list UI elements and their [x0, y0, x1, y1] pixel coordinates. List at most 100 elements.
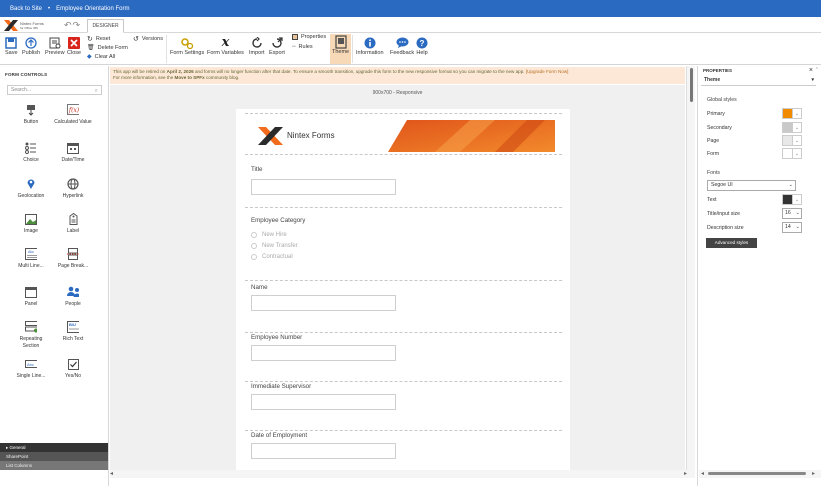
controls-search-input[interactable]: Search... ⌕	[7, 85, 102, 95]
text-color-swatch[interactable]	[782, 194, 793, 205]
field-label: Name	[251, 284, 268, 291]
text-color-dropdown[interactable]: ⌄	[793, 194, 802, 205]
date-of-employment-input[interactable]	[251, 443, 396, 459]
control-geolocation[interactable]: Geolocation	[11, 178, 51, 200]
delete-form-button[interactable]: 🗑 Delete Form	[87, 44, 128, 52]
layout-size-label[interactable]: 900x700 - Responsive	[110, 90, 685, 96]
tab-designer[interactable]: DESIGNER	[87, 19, 124, 33]
control-page-break[interactable]: Page Break...	[53, 248, 93, 270]
control-yes-no[interactable]: Yes/No	[53, 358, 93, 380]
control-label[interactable]: Label	[53, 213, 93, 235]
theme-button[interactable]: Theme	[330, 34, 352, 64]
banner-blog-link[interactable]: Move to SPFx	[175, 75, 205, 80]
supervisor-input[interactable]	[251, 394, 396, 410]
description-size-select[interactable]: 14 ⌄	[782, 222, 802, 233]
form-settings-button[interactable]: Form Settings	[170, 35, 204, 56]
scroll-left-arrow[interactable]: ◂	[110, 470, 113, 477]
save-button[interactable]: Save	[5, 35, 18, 56]
control-label: Multi Line...	[18, 263, 44, 269]
form-controls-title: FORM CONTROLS	[5, 72, 48, 77]
rules-button[interactable]: ▫▫ Rules	[292, 44, 313, 50]
design-canvas: 900x700 - Responsive Nintex Forms Title …	[110, 85, 685, 470]
close-button[interactable]: Close	[67, 35, 81, 56]
canvas-vertical-scrollbar[interactable]	[686, 66, 695, 470]
category-sharepoint[interactable]: SharePoint	[0, 452, 108, 461]
information-button[interactable]: Information	[356, 35, 384, 56]
page-break-icon	[67, 248, 79, 260]
control-panel[interactable]: Panel	[11, 286, 51, 308]
category-list-columns[interactable]: List Columns	[0, 461, 108, 470]
single-line-icon: Abc	[25, 358, 37, 370]
undo-redo-icons[interactable]: ↶↷	[64, 20, 81, 31]
scroll-thumb[interactable]	[690, 68, 693, 102]
help-button[interactable]: ? Help	[416, 35, 428, 56]
scroll-thumb[interactable]	[708, 472, 806, 475]
name-input[interactable]	[251, 295, 396, 311]
control-image[interactable]: Image	[11, 213, 51, 235]
properties-horizontal-scrollbar[interactable]: ◂ ▸	[699, 470, 821, 478]
export-button[interactable]: Export	[269, 35, 285, 56]
properties-button[interactable]: Properties	[292, 34, 326, 40]
form-header-banner[interactable]: Nintex Forms	[245, 113, 562, 155]
canvas-horizontal-scrollbar[interactable]: ◂ ▸	[110, 470, 695, 478]
back-to-site-link[interactable]: Back to Site	[10, 6, 42, 12]
category-label: List Columns	[6, 463, 33, 468]
logo-subtitle: for Office 365	[20, 25, 38, 30]
title-input-size-select[interactable]: 16 ⌄	[782, 208, 802, 219]
scroll-right-arrow[interactable]: ▸	[812, 470, 815, 477]
preview-button[interactable]: Preview	[45, 35, 65, 56]
control-rich-text[interactable]: B/U Rich Text	[53, 321, 93, 343]
secondary-color-dropdown[interactable]: ⌄	[793, 122, 802, 133]
clear-all-button[interactable]: ◆ Clear All	[87, 53, 115, 61]
breadcrumb-form-name[interactable]: Employee Orientation Form	[56, 6, 129, 12]
advanced-styles-button[interactable]: Advanced styles	[706, 238, 757, 248]
control-hyperlink[interactable]: Hyperlink	[53, 178, 93, 200]
scroll-right-arrow[interactable]: ▸	[684, 470, 687, 477]
form-color-swatch[interactable]	[782, 148, 793, 159]
secondary-color-swatch[interactable]	[782, 122, 793, 133]
field-date-of-employment: Date of Employment	[245, 431, 562, 470]
rich-text-icon: B/U	[67, 321, 79, 333]
form-variables-button[interactable]: x Form Variables	[207, 35, 244, 56]
primary-color-dropdown[interactable]: ⌄	[793, 108, 802, 119]
variable-x-icon: x	[221, 35, 230, 50]
control-label: Button	[23, 119, 39, 125]
versions-button[interactable]: ↺ Versions	[133, 35, 163, 43]
help-icon: ?	[416, 37, 428, 48]
radio-new-hire[interactable]: New Hire	[251, 232, 287, 238]
publish-button[interactable]: Publish	[22, 35, 40, 56]
control-choice[interactable]: Choice	[11, 142, 51, 164]
control-calculated-value[interactable]: f(x) Calculated Value	[53, 104, 93, 126]
pin-icon[interactable]: ⌃	[815, 67, 819, 73]
button-icon	[25, 104, 37, 116]
control-button[interactable]: Button	[11, 104, 51, 126]
form-color-dropdown[interactable]: ⌄	[793, 148, 802, 159]
radio-new-transfer[interactable]: New Transfer	[251, 243, 298, 249]
panel-icon	[25, 286, 37, 298]
upgrade-form-link[interactable]: [Upgrade Form Now]	[526, 69, 569, 74]
control-multi-line[interactable]: Abc Multi Line...	[11, 248, 51, 270]
title-input[interactable]	[251, 179, 396, 195]
control-people[interactable]: People	[53, 286, 93, 308]
control-repeating-section[interactable]: Repeating Section	[11, 321, 51, 350]
font-family-select[interactable]: Segoe UI ⌄	[707, 180, 796, 191]
import-button[interactable]: Import	[249, 35, 265, 56]
reset-button[interactable]: ↻ Reset	[87, 35, 110, 43]
feedback-button[interactable]: Feedback	[390, 35, 414, 56]
title-input-size-label: Title/input size	[707, 210, 740, 217]
control-datetime[interactable]: Date/Time	[53, 142, 93, 164]
employee-number-input[interactable]	[251, 345, 396, 361]
category-general[interactable]: ▸ General	[0, 443, 108, 452]
radio-label: Contractual	[262, 254, 293, 260]
export-label: Export	[269, 50, 285, 56]
page-color-dropdown[interactable]: ⌄	[793, 135, 802, 146]
primary-color-swatch[interactable]	[782, 108, 793, 119]
theme-section-dropdown[interactable]: Theme ▾	[701, 76, 816, 86]
radio-contractual[interactable]: Contractual	[251, 254, 293, 260]
rules-label: Rules	[298, 44, 313, 50]
page-color-swatch[interactable]	[782, 135, 793, 146]
control-single-line[interactable]: Abc Single Line...	[11, 358, 51, 380]
close-icon[interactable]: ×	[809, 67, 813, 74]
scroll-left-arrow[interactable]: ◂	[701, 470, 704, 477]
control-label: People	[65, 301, 81, 307]
